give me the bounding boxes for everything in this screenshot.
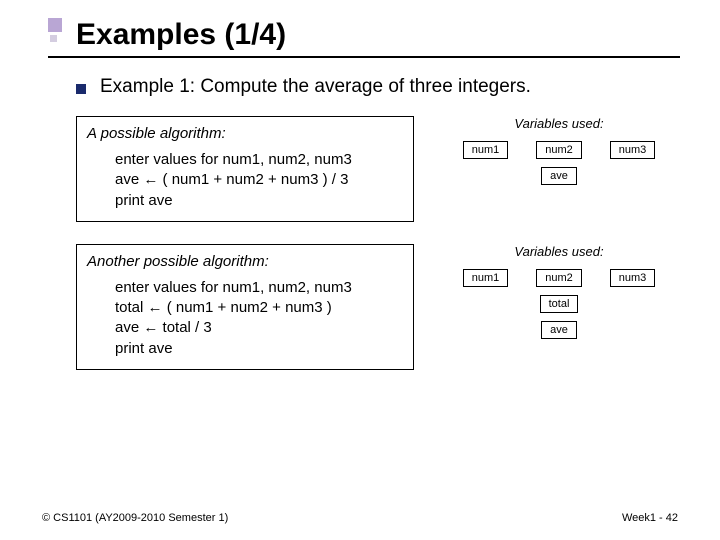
algo2-row: Another possible algorithm: enter values… (76, 244, 680, 370)
var-box-ave: ave (541, 167, 577, 185)
algo1-line2-rhs: ( num1 + num2 + num3 ) / 3 (158, 171, 348, 188)
vars1-title: Variables used: (438, 116, 680, 131)
footer: © CS1101 (AY2009-2010 Semester 1) Week1 … (42, 512, 678, 524)
content: Example 1: Compute the average of three … (76, 76, 680, 370)
vars2-row2: total (438, 295, 680, 313)
algo1-line1: enter values for num1, num2, num3 (115, 150, 403, 170)
algo2-line3: ave ← total / 3 (115, 318, 403, 338)
algo2-title: Another possible algorithm: (87, 253, 403, 270)
var-box-num3: num3 (610, 269, 656, 287)
slide-title: Examples (1/4) (76, 18, 286, 52)
algo2-line3-rhs: total / 3 (158, 319, 211, 336)
algo1-body: enter values for num1, num2, num3 ave ← … (115, 150, 403, 211)
title-row: Examples (1/4) (48, 18, 680, 52)
algo2-line2: total ← ( num1 + num2 + num3 ) (115, 298, 403, 318)
accent-square-small-icon (50, 35, 57, 42)
var-box-num2: num2 (536, 269, 582, 287)
footer-right: Week1 - 42 (622, 512, 678, 524)
algo2-box: Another possible algorithm: enter values… (76, 244, 414, 370)
var-box-num3: num3 (610, 141, 656, 159)
accent-decoration (48, 18, 66, 42)
vars2-title: Variables used: (438, 244, 680, 259)
algo2-body: enter values for num1, num2, num3 total … (115, 278, 403, 359)
example-heading: Example 1: Compute the average of three … (100, 76, 531, 98)
example-heading-row: Example 1: Compute the average of three … (76, 76, 680, 98)
left-arrow-icon: ← (148, 299, 163, 316)
title-rule (48, 56, 680, 58)
vars1-col: Variables used: num1 num2 num3 ave (438, 116, 680, 222)
var-box-total: total (540, 295, 579, 313)
algo2-line2-rhs: ( num1 + num2 + num3 ) (163, 299, 332, 316)
var-box-num1: num1 (463, 141, 509, 159)
vars1-row2: ave (438, 167, 680, 185)
algo2-line1: enter values for num1, num2, num3 (115, 278, 403, 298)
footer-left: © CS1101 (AY2009-2010 Semester 1) (42, 512, 228, 524)
vars2-row3: ave (438, 321, 680, 339)
square-bullet-icon (76, 84, 86, 94)
vars1-row1: num1 num2 num3 (438, 141, 680, 159)
algo2-line2-lhs: total (115, 299, 148, 316)
algo1-line2: ave ← ( num1 + num2 + num3 ) / 3 (115, 170, 403, 190)
vars2-col: Variables used: num1 num2 num3 total ave (438, 244, 680, 370)
algo2-line4: print ave (115, 339, 403, 359)
algo1-box: A possible algorithm: enter values for n… (76, 116, 414, 222)
algo1-line2-lhs: ave (115, 171, 143, 188)
var-box-ave: ave (541, 321, 577, 339)
algo1-row: A possible algorithm: enter values for n… (76, 116, 680, 222)
algo1-title: A possible algorithm: (87, 125, 403, 142)
accent-square-icon (48, 18, 62, 32)
vars2-row1: num1 num2 num3 (438, 269, 680, 287)
left-arrow-icon: ← (143, 319, 158, 336)
algo2-line3-lhs: ave (115, 319, 143, 336)
algo1-line3: print ave (115, 191, 403, 211)
slide: Examples (1/4) Example 1: Compute the av… (0, 0, 720, 540)
var-box-num2: num2 (536, 141, 582, 159)
var-box-num1: num1 (463, 269, 509, 287)
left-arrow-icon: ← (143, 171, 158, 188)
